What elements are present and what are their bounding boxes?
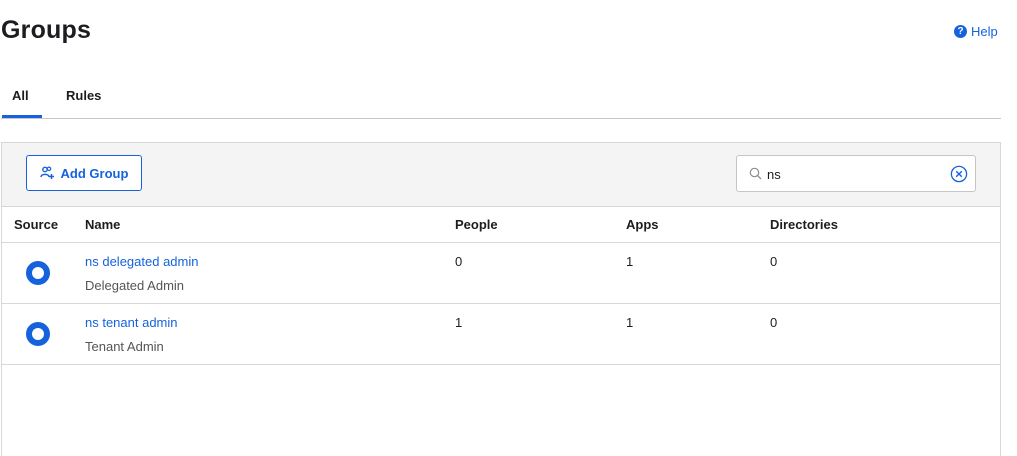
group-description: Tenant Admin: [85, 339, 164, 354]
group-description: Delegated Admin: [85, 278, 185, 293]
page-title: Groups: [1, 16, 92, 44]
column-header-source: Source: [14, 217, 59, 232]
okta-source-icon: [26, 322, 50, 346]
column-header-directories: Directories: [770, 217, 838, 232]
table-header-row: Source Name People Apps Directories: [2, 207, 1000, 243]
apps-count: 1: [626, 315, 634, 330]
groups-panel: Add Group Source Name People Apps: [1, 142, 1001, 456]
directories-count: 0: [770, 254, 778, 269]
table-row: ns tenant admin Tenant Admin 1 1 0: [2, 304, 1000, 365]
group-name-link[interactable]: ns tenant admin: [85, 315, 178, 330]
add-group-icon: [39, 166, 54, 179]
tab-all[interactable]: All: [12, 88, 29, 103]
people-count: 1: [455, 315, 463, 330]
add-group-button[interactable]: Add Group: [26, 155, 142, 191]
column-header-apps: Apps: [626, 217, 659, 232]
directories-count: 0: [770, 315, 778, 330]
add-group-label: Add Group: [60, 165, 129, 181]
column-header-name: Name: [85, 217, 121, 232]
people-count: 0: [455, 254, 463, 269]
active-tab-indicator: [2, 115, 42, 118]
search-box[interactable]: [736, 155, 976, 192]
search-input[interactable]: [767, 165, 937, 183]
okta-source-icon: [26, 261, 50, 285]
help-label: Help: [971, 24, 998, 39]
tab-bar: All Rules: [1, 78, 1001, 119]
apps-count: 1: [626, 254, 634, 269]
question-circle-icon: ?: [954, 25, 967, 38]
group-name-link[interactable]: ns delegated admin: [85, 254, 198, 269]
help-link[interactable]: ? Help: [954, 24, 998, 39]
toolbar: Add Group: [2, 143, 1000, 207]
clear-circle-icon[interactable]: [950, 165, 968, 183]
groups-page: Groups ? Help All Rules Add Group ns Sou…: [0, 0, 1017, 456]
tab-rules[interactable]: Rules: [66, 88, 101, 103]
search-icon: [749, 167, 762, 180]
groups-table: Source Name People Apps Directories ns d…: [2, 207, 1000, 365]
table-row: ns delegated admin Delegated Admin 0 1 0: [2, 243, 1000, 304]
column-header-people: People: [455, 217, 498, 232]
